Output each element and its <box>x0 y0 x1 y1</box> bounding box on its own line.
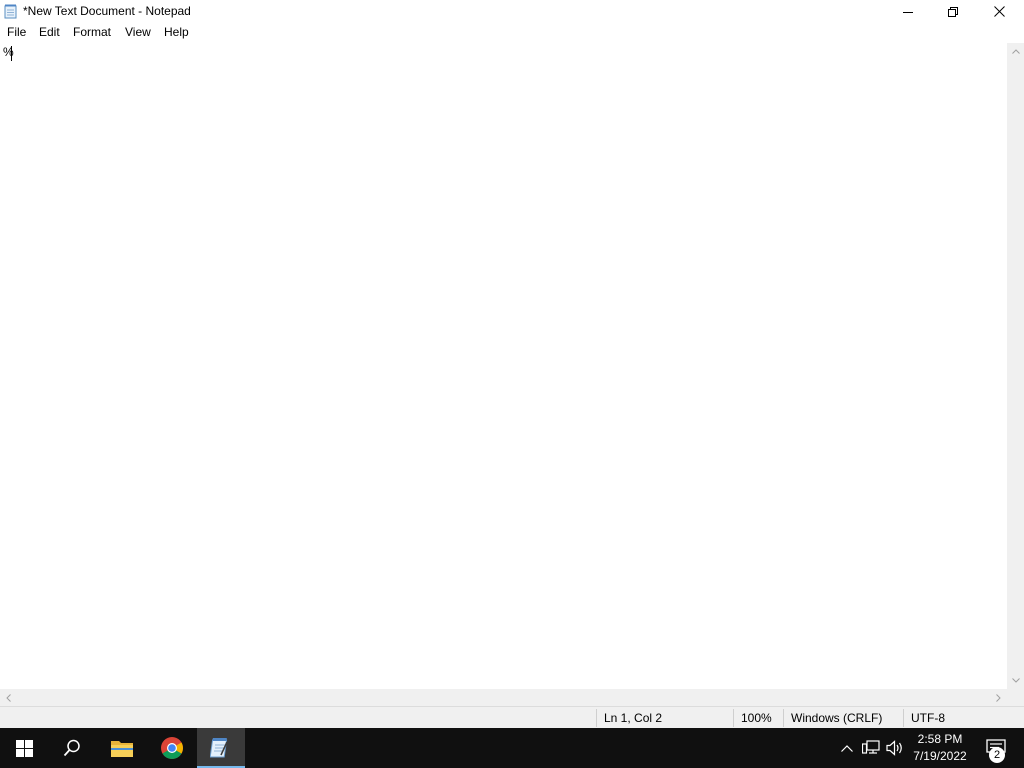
network-icon <box>862 740 880 754</box>
clock-time: 2:58 PM <box>917 732 963 746</box>
taskbar-notepad[interactable] <box>197 728 245 768</box>
status-divider <box>596 709 597 727</box>
taskbar-chrome[interactable] <box>148 728 196 768</box>
status-zoom: 100% <box>741 711 772 725</box>
chevron-left-icon <box>6 693 11 702</box>
scroll-up-arrow[interactable] <box>1007 43 1024 60</box>
chevron-down-icon <box>1011 678 1020 683</box>
show-hidden-icons-button[interactable] <box>838 728 856 768</box>
notepad-icon <box>4 4 18 19</box>
menu-help[interactable]: Help <box>164 25 189 39</box>
close-button[interactable] <box>976 0 1022 23</box>
restore-icon <box>948 6 958 17</box>
close-icon <box>993 6 1005 17</box>
status-bar: Ln 1, Col 2 100% Windows (CRLF) UTF-8 <box>0 706 1024 728</box>
start-button[interactable] <box>0 728 48 768</box>
folder-icon <box>111 741 133 757</box>
status-cursor-position: Ln 1, Col 2 <box>604 711 663 725</box>
taskbar: 2:58 PM 7/19/2022 2 <box>0 728 1024 768</box>
menu-file[interactable]: File <box>7 25 26 39</box>
status-encoding: UTF-8 <box>911 711 945 725</box>
menu-bar: File Edit Format View Help <box>0 23 1024 43</box>
status-divider <box>903 709 904 727</box>
minimize-button[interactable] <box>885 0 931 23</box>
scrollbar-corner <box>1007 689 1024 706</box>
taskbar-search-button[interactable] <box>48 728 96 768</box>
title-bar[interactable]: *New Text Document - Notepad <box>0 0 1024 23</box>
scroll-right-arrow[interactable] <box>990 689 1007 706</box>
window-title: *New Text Document - Notepad <box>23 4 191 18</box>
menu-edit[interactable]: Edit <box>39 25 60 39</box>
status-line-ending: Windows (CRLF) <box>791 711 883 725</box>
chevron-up-icon <box>1011 49 1020 54</box>
windows-logo-icon <box>15 739 33 757</box>
notification-count-badge: 2 <box>989 747 1005 763</box>
text-editor[interactable]: % <box>0 43 1007 689</box>
horizontal-scrollbar[interactable] <box>0 689 1007 706</box>
search-icon <box>63 739 80 757</box>
text-caret <box>11 46 12 61</box>
editor-content: % <box>3 45 14 59</box>
clock-date: 7/19/2022 <box>913 749 967 763</box>
volume-button[interactable] <box>884 728 906 768</box>
taskbar-file-explorer[interactable] <box>98 728 146 768</box>
taskbar-clock[interactable]: 2:58 PM 7/19/2022 <box>905 731 975 765</box>
menu-view[interactable]: View <box>125 25 151 39</box>
minimize-icon <box>903 11 913 13</box>
chevron-up-icon <box>841 744 853 752</box>
notepad-icon <box>210 738 228 758</box>
status-divider <box>733 709 734 727</box>
restore-button[interactable] <box>930 0 976 23</box>
scroll-down-arrow[interactable] <box>1007 672 1024 689</box>
speaker-icon <box>886 740 902 756</box>
menu-format[interactable]: Format <box>73 25 111 39</box>
status-divider <box>783 709 784 727</box>
scroll-left-arrow[interactable] <box>0 689 17 706</box>
network-status-button[interactable] <box>860 728 882 768</box>
chevron-right-icon <box>996 693 1001 702</box>
chrome-icon <box>161 737 183 759</box>
vertical-scrollbar[interactable] <box>1007 43 1024 689</box>
